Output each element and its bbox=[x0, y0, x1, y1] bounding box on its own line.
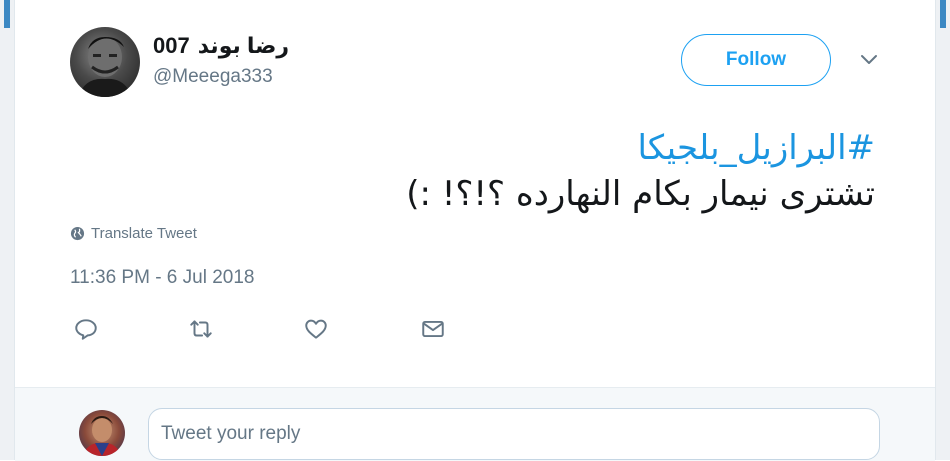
right-window-edge bbox=[935, 0, 950, 460]
retweet-icon bbox=[190, 320, 212, 338]
follow-button[interactable]: Follow bbox=[681, 34, 831, 86]
tweet-text: #البرازيل_بلجيكا تشترى نيمار بكام النهار… bbox=[406, 125, 875, 217]
tweet-timestamp[interactable]: 11:36 PM - 6 Jul 2018 bbox=[70, 267, 254, 289]
reply-input[interactable]: Tweet your reply bbox=[148, 408, 880, 460]
direct-message-button[interactable] bbox=[420, 316, 448, 344]
translate-tweet-label[interactable]: Translate Tweet bbox=[91, 225, 197, 242]
author-display-number[interactable]: 007 bbox=[153, 33, 190, 59]
translate-tweet-link[interactable]: Translate Tweet bbox=[70, 225, 197, 242]
tweet-actions bbox=[70, 316, 470, 344]
author-avatar[interactable] bbox=[70, 27, 140, 97]
author-handle[interactable]: @Meeega333 bbox=[153, 66, 273, 88]
envelope-icon bbox=[422, 320, 444, 338]
author-display-name[interactable]: رضا بوند bbox=[198, 33, 289, 59]
author-avatar-image bbox=[78, 37, 132, 97]
chevron-down-icon[interactable] bbox=[860, 52, 878, 66]
reply-button[interactable] bbox=[73, 316, 101, 344]
left-edge-accent bbox=[4, 0, 10, 28]
tweet-body: تشترى نيمار بكام النهارده ؟!؟! :) bbox=[406, 174, 875, 214]
right-edge-accent bbox=[940, 0, 946, 28]
reply-icon bbox=[75, 319, 97, 340]
reply-composer: Tweet your reply bbox=[15, 387, 935, 461]
current-user-avatar-image bbox=[83, 416, 121, 456]
current-user-avatar[interactable] bbox=[79, 410, 125, 456]
heart-icon bbox=[305, 319, 327, 339]
like-button[interactable] bbox=[303, 316, 331, 344]
globe-icon bbox=[70, 226, 85, 241]
author-name-row[interactable]: رضا بوند 007 bbox=[153, 33, 289, 59]
left-window-edge bbox=[0, 0, 15, 460]
tweet-hashtag[interactable]: #البرازيل_بلجيكا bbox=[406, 125, 875, 171]
retweet-button[interactable] bbox=[188, 316, 216, 344]
tweet-card: رضا بوند 007 @Meeega333 Follow #البرازيل… bbox=[15, 0, 935, 461]
